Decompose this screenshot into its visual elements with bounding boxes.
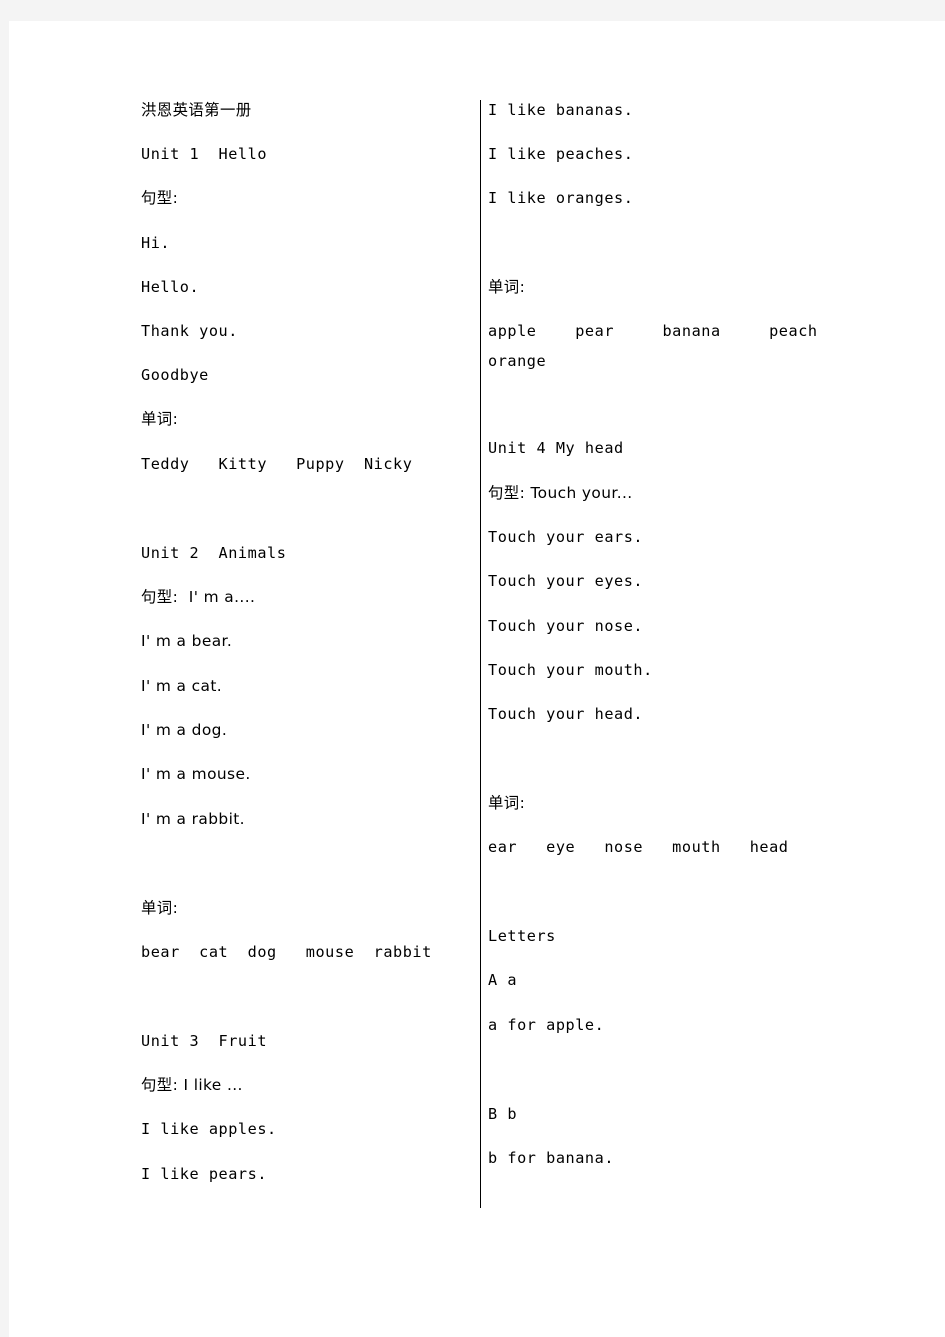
text-line-unit4-pattern-label: 句型: Touch your... <box>488 484 633 502</box>
text-line-unit2-s5: I' m a rabbit. <box>141 810 245 828</box>
text-line-unit3-words-label: 单词: <box>488 278 526 296</box>
text-line-unit4-s5: Touch your head. <box>488 705 644 723</box>
document-page: 洪恩英语第一册 Unit 1 Hello 句型: Hi. Hello. Thank you… <box>9 21 945 1337</box>
text-line-unit2-words-label: 单词: <box>141 899 179 917</box>
text-line-unit1-heading: Unit 1 Hello <box>141 145 268 163</box>
text-line-unit3-pattern-label: 句型: I like ... <box>141 1076 243 1094</box>
text-line-letter-b-example: b for banana. <box>488 1149 615 1167</box>
text-line-unit2-s3: I' m a dog. <box>141 721 228 739</box>
text-line-unit4-s1: Touch your ears. <box>488 528 644 546</box>
text-line-unit3-words-2: orange <box>488 352 547 370</box>
text-line-unit1-pattern-label: 句型: <box>141 189 179 207</box>
text-line-letter-a: A a <box>488 971 518 989</box>
text-line-unit1-words: Teddy Kitty Puppy Nicky <box>141 455 413 473</box>
right-text-column: I like bananas. I like peaches. I like ora… <box>480 21 945 1337</box>
text-line-unit3-s3: I like bananas. <box>488 101 634 119</box>
text-line-unit4-words-label: 单词: <box>488 794 526 812</box>
text-line-unit1-s1: Hi. <box>141 234 171 252</box>
text-line-unit3-words-1: apple pear banana peach <box>488 322 818 340</box>
text-line-unit2-pattern-label: 句型: I' m a.... <box>141 588 256 606</box>
text-line-letter-a-example: a for apple. <box>488 1016 605 1034</box>
text-line-unit4-s3: Touch your nose. <box>488 617 644 635</box>
text-line-letters-heading: Letters <box>488 927 556 945</box>
text-line-unit1-s3: Thank you. <box>141 322 238 340</box>
text-line-unit2-s2: I' m a cat. <box>141 677 223 695</box>
text-line-letter-b: B b <box>488 1105 518 1123</box>
text-line-unit2-s4: I' m a mouse. <box>141 765 251 783</box>
text-line-unit1-s2: Hello. <box>141 278 200 296</box>
text-line-unit3-s5: I like oranges. <box>488 189 634 207</box>
text-line-unit3-s1: I like apples. <box>141 1120 277 1138</box>
text-line-unit3-s4: I like peaches. <box>488 145 634 163</box>
text-line-book-title: 洪恩英语第一册 <box>141 101 252 119</box>
text-line-unit2-s1: I' m a bear. <box>141 632 233 650</box>
text-line-unit4-s2: Touch your eyes. <box>488 572 644 590</box>
text-line-unit3-s2: I like pears. <box>141 1165 268 1183</box>
text-line-unit1-words-label: 单词: <box>141 410 179 428</box>
left-text-column: 洪恩英语第一册 Unit 1 Hello 句型: Hi. Hello. Thank you… <box>9 21 480 1337</box>
text-line-unit4-s4: Touch your mouth. <box>488 661 653 679</box>
text-line-unit3-heading: Unit 3 Fruit <box>141 1032 268 1050</box>
text-line-unit4-heading: Unit 4 My head <box>488 439 624 457</box>
text-line-unit2-words: bear cat dog mouse rabbit <box>141 943 432 961</box>
two-column-layout: 洪恩英语第一册 Unit 1 Hello 句型: Hi. Hello. Thank you… <box>9 21 945 1337</box>
text-line-unit4-words: ear eye nose mouth head <box>488 838 789 856</box>
text-line-unit2-heading: Unit 2 Animals <box>141 544 287 562</box>
text-line-unit1-s4: Goodbye <box>141 366 209 384</box>
